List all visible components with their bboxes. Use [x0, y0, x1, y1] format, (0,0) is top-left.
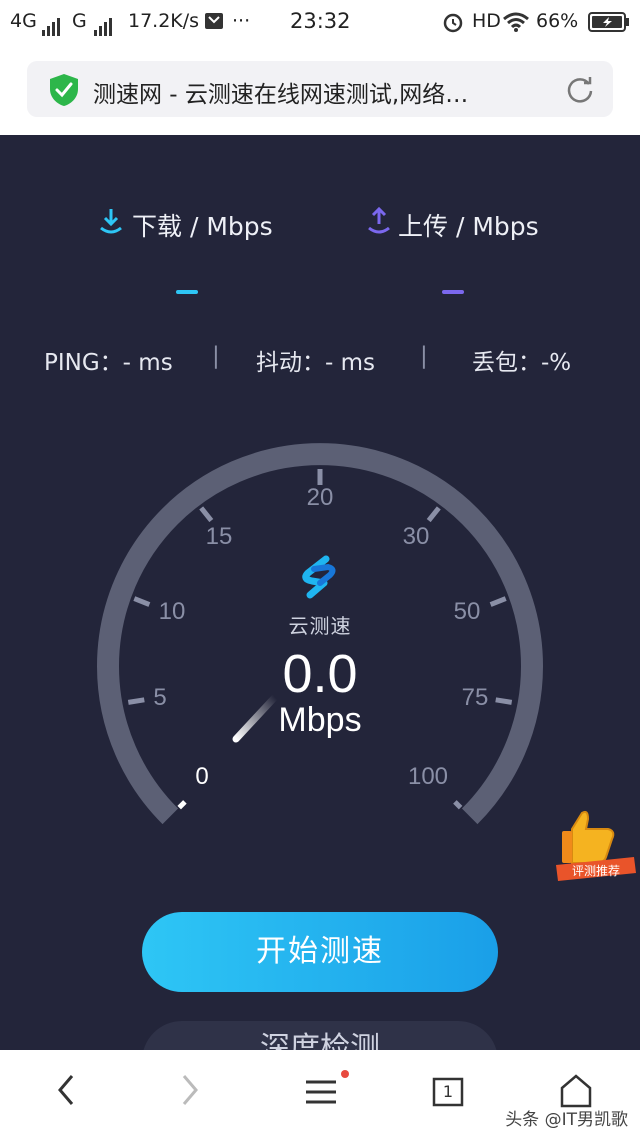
hd-indicator: HD: [472, 10, 501, 32]
gauge-tick-15: [199, 506, 214, 523]
menu-icon[interactable]: [302, 1070, 352, 1114]
notification-icon: [204, 11, 224, 36]
start-test-button[interactable]: 开始测速: [142, 912, 498, 992]
reload-icon[interactable]: [565, 75, 595, 109]
back-icon[interactable]: [52, 1070, 78, 1114]
more-indicator: ···: [232, 10, 251, 32]
network-type-2: G: [72, 10, 87, 32]
gauge-tick-50: [489, 596, 507, 607]
speed-test-panel: 下载 / Mbps 上传 / Mbps PING：- ms | 抖动：- ms …: [0, 135, 640, 1101]
signal-icon-2: [92, 14, 112, 36]
tab-count: 1: [442, 1082, 454, 1101]
forward-icon[interactable]: [178, 1070, 204, 1114]
gauge-label-15: 15: [206, 523, 233, 550]
speed-value: 0.0: [282, 644, 358, 704]
gauge-label-30: 30: [403, 523, 430, 550]
signal-icon: [40, 14, 60, 36]
gauge-label-0: 0: [195, 763, 208, 790]
gauge-label-20: 20: [307, 484, 334, 511]
badge-text: 评测推荐: [572, 864, 620, 878]
battery-percent: 66%: [536, 10, 579, 32]
logo-text: 云测速: [288, 614, 352, 638]
alarm-icon: [442, 11, 464, 38]
network-speed: 17.2K/s: [128, 10, 200, 32]
network-type-1: 4G: [10, 10, 37, 32]
recommend-badge[interactable]: 评测推荐: [550, 807, 640, 887]
tabs-icon[interactable]: 1: [432, 1070, 466, 1114]
status-bar: 4G G 17.2K/s ··· 23:32 HD 66%: [0, 0, 640, 44]
speed-unit: Mbps: [278, 701, 362, 739]
shield-check-icon: [49, 73, 79, 111]
gauge-label-100: 100: [408, 763, 448, 790]
battery-icon: [588, 12, 630, 37]
page-title: 测速网 - 云测速在线网速测试,网络…: [93, 82, 469, 108]
browser-address-area: 测速网 - 云测速在线网速测试,网络…: [0, 44, 640, 135]
clock: 23:32: [290, 9, 351, 33]
gauge-tick-0: [177, 800, 187, 810]
gauge-tick-10: [133, 596, 151, 607]
wifi-icon: [502, 11, 530, 38]
watermark-text: 头条 @IT男凯歌: [505, 1110, 628, 1130]
gauge-tick-30: [426, 506, 441, 523]
gauge-tick-100: [453, 800, 463, 810]
thumbs-up-icon: 评测推荐: [556, 810, 636, 881]
speed-gauge: 0 5 10 15 20 30 50 75 100: [97, 443, 543, 825]
address-bar[interactable]: 测速网 - 云测速在线网速测试,网络…: [27, 61, 613, 117]
